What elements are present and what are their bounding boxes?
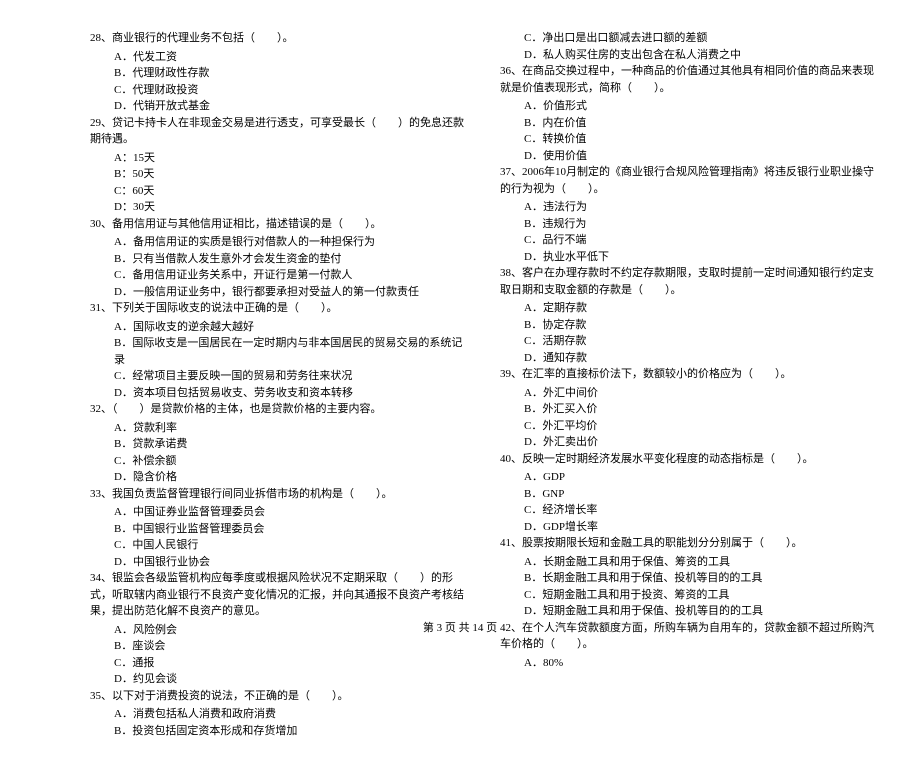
option-text: B．外汇买入价 (500, 401, 880, 418)
option-text: C．备用信用证业务关系中，开证行是第一付款人 (90, 267, 470, 284)
option-text: D．约见会谈 (90, 671, 470, 688)
option-text: D．私人购买住房的支出包含在私人消费之中 (500, 47, 880, 64)
option-text: C．补偿余额 (90, 453, 470, 470)
question-text: 34、银监会各级监管机构应每季度或根据风险状况不定期采取（ ）的形式，听取辖内商… (90, 570, 470, 620)
option-text: C．通报 (90, 655, 470, 672)
question-text: 29、贷记卡持卡人在非现金交易是进行透支，可享受最长（ ）的免息还款期待遇。 (90, 115, 470, 148)
question-text: 37、2006年10月制定的《商业银行合规风险管理指南》将违反银行业职业操守的行… (500, 164, 880, 197)
option-text: A．GDP (500, 469, 880, 486)
option-text: C：60天 (90, 183, 470, 200)
question-text: 33、我国负责监督管理银行间同业拆借市场的机构是（ ）。 (90, 486, 470, 503)
option-text: B．长期金融工具和用于保值、投机等目的的工具 (500, 570, 880, 587)
option-text: D．使用价值 (500, 148, 880, 165)
option-text: B．只有当借款人发生意外才会发生资金的垫付 (90, 251, 470, 268)
option-text: B．协定存款 (500, 317, 880, 334)
option-text: A．中国证券业监督管理委员会 (90, 504, 470, 521)
option-text: D．执业水平低下 (500, 249, 880, 266)
option-text: C．代理财政投资 (90, 82, 470, 99)
option-text: A．违法行为 (500, 199, 880, 216)
question-text: 38、客户在办理存款时不约定存款期限，支取时提前一定时间通知银行约定支取日期和支… (500, 265, 880, 298)
question-text: 39、在汇率的直接标价法下，数额较小的价格应为（ ）。 (500, 366, 880, 383)
option-text: C．中国人民银行 (90, 537, 470, 554)
option-text: C．短期金融工具和用于投资、筹资的工具 (500, 587, 880, 604)
option-text: A．贷款利率 (90, 420, 470, 437)
exam-page: 28、商业银行的代理业务不包括（ ）。 A．代发工资B．代理财政性存款C．代理财政… (0, 0, 920, 759)
question-text: 35、以下对于消费投资的说法，不正确的是（ ）。 (90, 688, 470, 705)
option-text: D．隐含价格 (90, 469, 470, 486)
option-text: D．外汇卖出价 (500, 434, 880, 451)
option-text: D．中国银行业协会 (90, 554, 470, 571)
option-text: C．转换价值 (500, 131, 880, 148)
option-text: A．80% (500, 655, 880, 672)
question-text: 30、备用信用证与其他信用证相比，描述错误的是（ ）。 (90, 216, 470, 233)
option-text: A．定期存款 (500, 300, 880, 317)
option-text: A．外汇中间价 (500, 385, 880, 402)
option-text: C．外汇平均价 (500, 418, 880, 435)
option-text: A．代发工资 (90, 49, 470, 66)
option-text: D．资本项目包括贸易收支、劳务收支和资本转移 (90, 385, 470, 402)
question-text: 41、股票按期限长短和金融工具的职能划分分别属于（ ）。 (500, 535, 880, 552)
option-text: D．通知存款 (500, 350, 880, 367)
option-text: B．中国银行业监督管理委员会 (90, 521, 470, 538)
option-text: A．消费包括私人消费和政府消费 (90, 706, 470, 723)
option-text: D．代销开放式基金 (90, 98, 470, 115)
option-text: A：15天 (90, 150, 470, 167)
option-text: A．国际收支的逆余越大越好 (90, 319, 470, 336)
option-text: D．一般信用证业务中，银行都要承担对受益人的第一付款责任 (90, 284, 470, 301)
question-text: 40、反映一定时期经济发展水平变化程度的动态指标是（ ）。 (500, 451, 880, 468)
question-text: 31、下列关于国际收支的说法中正确的是（ ）。 (90, 300, 470, 317)
option-text: B．投资包括固定资本形成和存货增加 (90, 723, 470, 740)
option-text: B．贷款承诺费 (90, 436, 470, 453)
option-text: C．经济增长率 (500, 502, 880, 519)
option-text: C．品行不端 (500, 232, 880, 249)
question-text: 36、在商品交换过程中，一种商品的价值通过其他具有相同价值的商品来表现就是价值表… (500, 63, 880, 96)
option-text: B．国际收支是一国居民在一定时期内与非本国居民的贸易交易的系统记录 (90, 335, 470, 368)
option-text: C．净出口是出口额减去进口额的差额 (500, 30, 880, 47)
option-text: B．GNP (500, 486, 880, 503)
option-text: D．GDP增长率 (500, 519, 880, 536)
option-text: B：50天 (90, 166, 470, 183)
option-text: A．长期金融工具和用于保值、筹资的工具 (500, 554, 880, 571)
option-text: C．活期存款 (500, 333, 880, 350)
question-text: 28、商业银行的代理业务不包括（ ）。 (90, 30, 470, 47)
option-text: A．价值形式 (500, 98, 880, 115)
question-text: 32、（ ）是贷款价格的主体，也是贷款价格的主要内容。 (90, 401, 470, 418)
option-text: B．座谈会 (90, 638, 470, 655)
option-text: B．违规行为 (500, 216, 880, 233)
option-text: D．短期金融工具和用于保值、投机等目的的工具 (500, 603, 880, 620)
option-text: B．内在价值 (500, 115, 880, 132)
option-text: D：30天 (90, 199, 470, 216)
option-text: A．备用信用证的实质是银行对借款人的一种担保行为 (90, 234, 470, 251)
option-text: B．代理财政性存款 (90, 65, 470, 82)
option-text: C．经常项目主要反映一国的贸易和劳务往来状况 (90, 368, 470, 385)
page-footer: 第 3 页 共 14 页 (0, 619, 920, 635)
